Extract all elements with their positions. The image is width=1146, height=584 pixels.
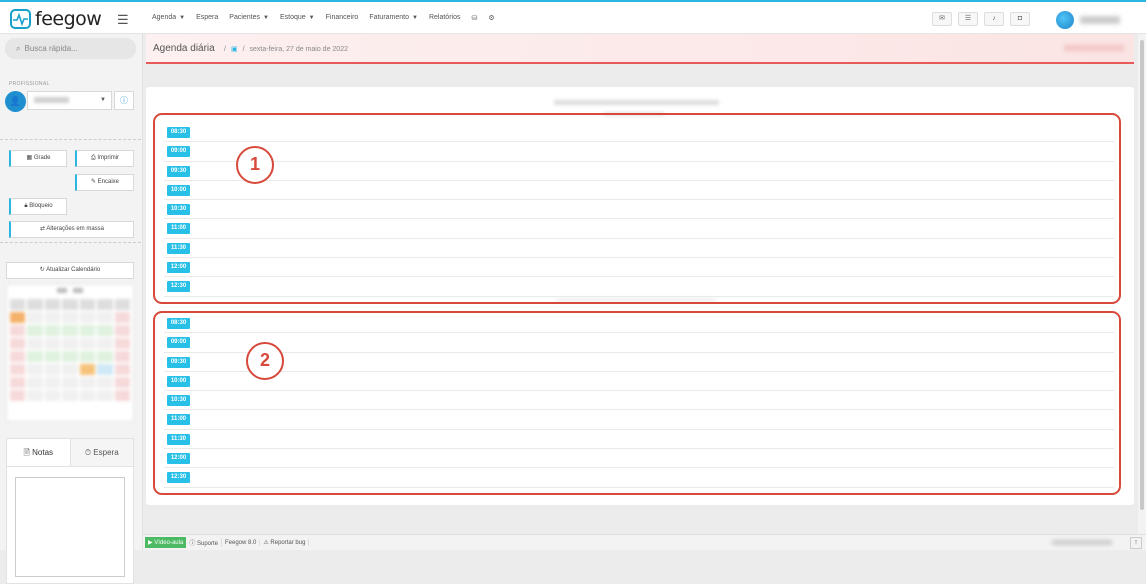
app-logo[interactable]: feegow — [10, 8, 102, 30]
footer-redacted — [1052, 540, 1112, 545]
annotation-box-1 — [153, 113, 1121, 304]
top-icon-bar: ✉ ☰ ♪ ◘ — [932, 12, 1030, 26]
nav-item-agenda[interactable]: Agenda ▼ — [152, 14, 185, 22]
bloqueio-button[interactable]: 🔒︎ Bloqueio — [9, 198, 67, 215]
menu-toggle-icon[interactable]: ☰ — [117, 12, 129, 28]
professional-select[interactable]: ▼ — [27, 91, 112, 110]
tab-notas[interactable]: 🗎 Notas — [7, 439, 71, 466]
bell-icon[interactable]: ♪ — [984, 12, 1004, 26]
grade-button[interactable]: ▦ Grade — [9, 150, 67, 167]
calendar-icon: ▣ — [230, 46, 238, 53]
version-label: Feegow 8.0 — [222, 539, 261, 546]
search-placeholder: Busca rápida... — [24, 44, 78, 53]
logo-heartbeat-icon — [10, 9, 31, 29]
tab-espera[interactable]: ⏱ Espera — [70, 439, 133, 466]
user-name-redacted — [1080, 16, 1120, 24]
refresh-calendar-button[interactable]: ↻ Atualizar Calendário — [6, 262, 134, 279]
annotation-box-2 — [153, 311, 1121, 495]
notes-panel: 🗎 Notas ⏱ Espera — [6, 438, 134, 584]
chevron-down-icon: ▼ — [100, 97, 106, 103]
notes-textarea[interactable] — [15, 477, 125, 577]
header-redacted — [1064, 45, 1124, 51]
page-scrollbar-thumb[interactable] — [1140, 40, 1144, 510]
nav-item-pacientes[interactable]: Pacientes ▼ — [229, 14, 269, 22]
page-title: Agenda diária — [153, 43, 215, 54]
inbox-icon[interactable]: ✉ — [932, 12, 952, 26]
breadcrumb-date: sexta-feira, 27 de maio de 2022 — [249, 45, 348, 53]
nav-item-financeiro[interactable]: Financeiro — [326, 14, 359, 22]
brand-name: feegow — [35, 8, 102, 30]
redacted-text — [554, 100, 719, 105]
footer-bar: ▶ Vídeo-aula ⓘ Suporte Feegow 8.0 ⚠ Repo… — [143, 534, 1146, 550]
professional-name-redacted — [34, 97, 69, 103]
nav-item-espera[interactable]: Espera — [196, 14, 218, 22]
quick-search-input[interactable]: ⌕ Busca rápida... — [5, 38, 136, 59]
sidebar: ⌕ Busca rápida... PROFISSIONAL 👤 ▼ ⓘ ▦ Gr… — [0, 34, 143, 584]
report-bug-link[interactable]: ⚠ Reportar bug — [260, 539, 310, 546]
nav-item-faturamento[interactable]: Faturamento ▼ — [369, 14, 418, 22]
chat-icon[interactable]: ◘ — [1010, 12, 1030, 26]
scroll-top-icon[interactable]: ↑ — [1130, 536, 1142, 549]
annotation-number-1: 1 — [236, 146, 274, 184]
main-nav: Agenda ▼ Espera Pacientes ▼ Estoque ▼ Finan… — [152, 14, 495, 22]
bulk-changes-button[interactable]: ⇄ Alterações em massa — [9, 221, 134, 238]
encaixe-button[interactable]: ✎ Encaixe — [75, 174, 134, 191]
user-avatar[interactable] — [1056, 11, 1074, 29]
list-icon[interactable]: ☰ — [958, 12, 978, 26]
settings-gear-icon[interactable]: ⚙ — [488, 14, 494, 22]
top-navbar: feegow ☰ Agenda ▼ Espera Pacientes ▼ Estoq… — [0, 2, 1146, 34]
video-lesson-button[interactable]: ▶ Vídeo-aula — [145, 537, 187, 548]
annotation-number-2: 2 — [246, 342, 284, 380]
professional-label: PROFISSIONAL — [9, 81, 50, 87]
support-link[interactable]: ⓘ Suporte — [186, 538, 222, 547]
print-button[interactable]: ⎙ Imprimir — [75, 150, 134, 167]
database-icon[interactable]: ⛁ — [471, 14, 477, 22]
nav-item-relatorios[interactable]: Relatórios — [429, 14, 461, 22]
page-header: Agenda diária / ▣ / sexta-feira, 27 de m… — [146, 34, 1134, 64]
breadcrumb: / ▣ / sexta-feira, 27 de maio de 2022 — [224, 45, 348, 54]
search-icon: ⌕ — [16, 44, 21, 53]
agenda-tools: ▦ Grade ⎙ Imprimir ✎ Encaixe 🔒︎ Bloqueio… — [0, 139, 141, 243]
professional-info-button[interactable]: ⓘ — [114, 91, 134, 110]
nav-item-estoque[interactable]: Estoque ▼ — [280, 14, 315, 22]
mini-calendar[interactable] — [6, 284, 134, 422]
professional-avatar-icon: 👤 — [5, 91, 26, 112]
